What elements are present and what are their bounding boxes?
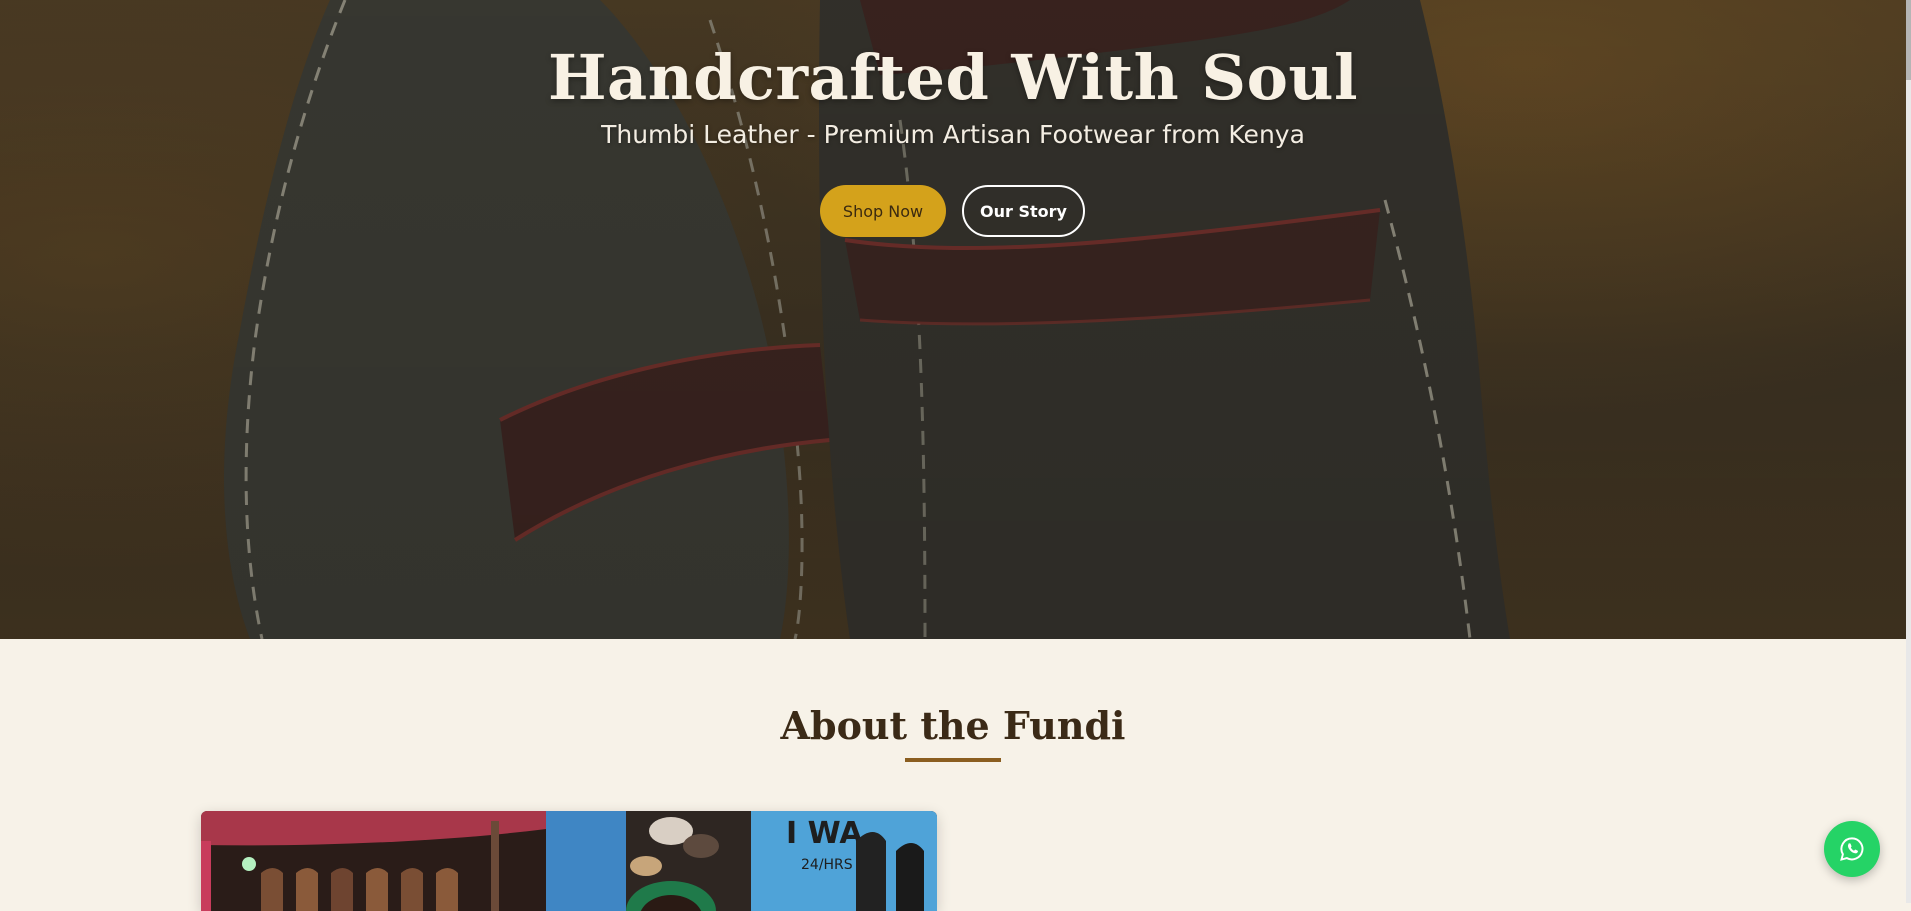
whatsapp-icon — [1840, 837, 1864, 861]
hero-subtitle: Thumbi Leather - Premium Artisan Footwea… — [601, 120, 1305, 149]
about-section: About the Fundi I WA 24/HRS — [0, 639, 1906, 911]
svg-text:24/HRS: 24/HRS — [801, 857, 853, 873]
about-title-underline — [905, 758, 1001, 762]
about-title: About the Fundi — [780, 703, 1126, 748]
svg-text:I WA: I WA — [786, 816, 863, 851]
fundi-photo: I WA 24/HRS — [201, 811, 937, 911]
whatsapp-button[interactable] — [1824, 821, 1880, 877]
scrollbar-thumb[interactable] — [1906, 0, 1911, 80]
shop-now-button[interactable]: Shop Now — [820, 185, 946, 237]
hero-section: Handcrafted With Soul Thumbi Leather - P… — [0, 0, 1906, 639]
hero-title: Handcrafted With Soul — [547, 41, 1359, 114]
page-scrollbar[interactable] — [1906, 0, 1911, 903]
our-story-button[interactable]: Our Story — [962, 185, 1085, 237]
fundi-photo-image: I WA 24/HRS — [201, 811, 937, 911]
